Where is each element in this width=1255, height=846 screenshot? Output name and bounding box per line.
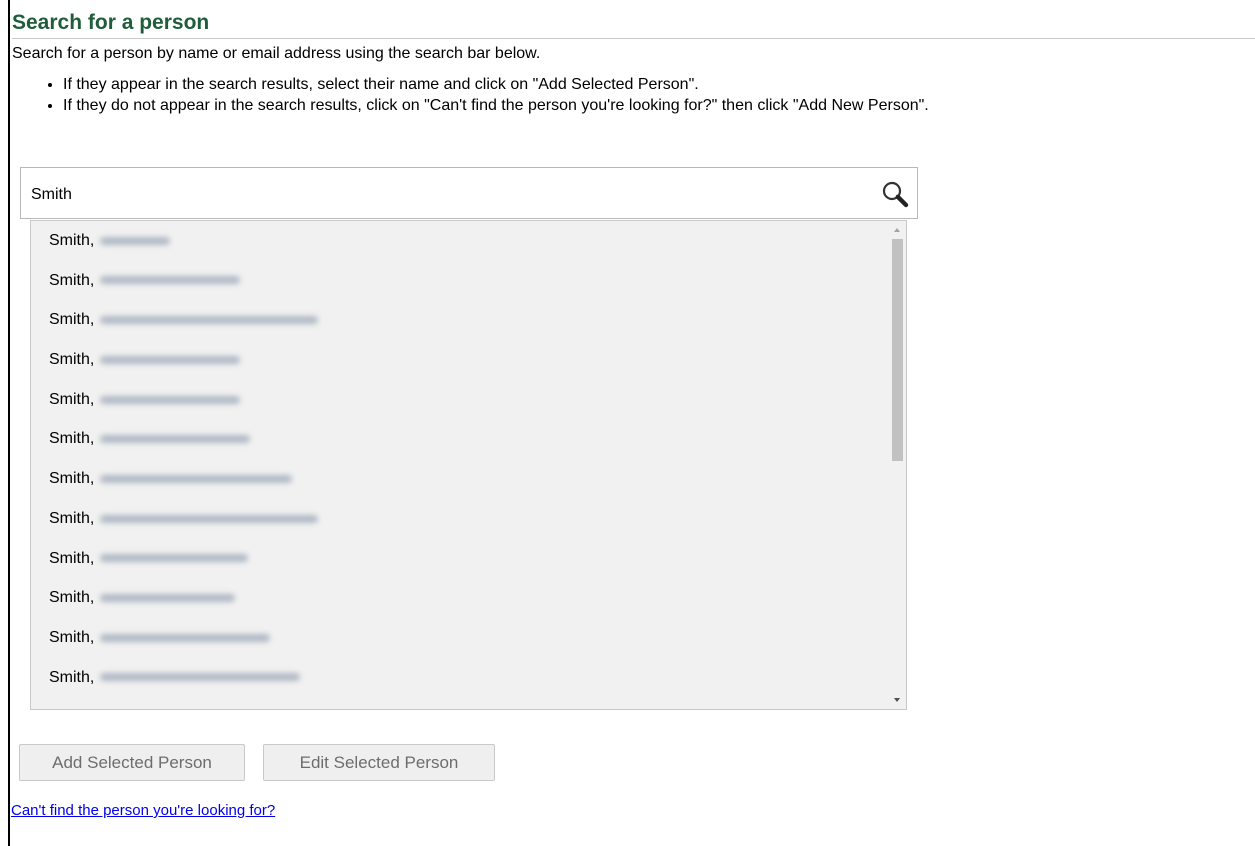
edit-selected-person-button[interactable]: Edit Selected Person <box>263 744 495 781</box>
search-box <box>20 167 918 219</box>
redacted-details <box>100 633 271 642</box>
result-name: Smith, <box>49 628 95 646</box>
add-selected-person-button[interactable]: Add Selected Person <box>19 744 245 781</box>
search-input[interactable] <box>29 182 863 208</box>
result-item[interactable]: Smith, <box>31 300 906 340</box>
result-item[interactable]: Smith, <box>31 578 906 618</box>
redacted-details <box>100 355 241 364</box>
result-name: Smith, <box>49 311 95 329</box>
page-title: Search for a person <box>12 10 1255 39</box>
redacted-details <box>100 673 301 682</box>
main-content: Search for a person Search for a person … <box>10 0 1255 117</box>
redacted-details <box>100 554 249 563</box>
instruction-item: If they appear in the search results, se… <box>63 75 1255 95</box>
result-name: Smith, <box>49 589 95 607</box>
result-name: Smith, <box>49 549 95 567</box>
result-name: Smith, <box>49 390 95 408</box>
redacted-details <box>100 395 241 404</box>
intro-text: Search for a person by name or email add… <box>12 45 541 62</box>
result-item[interactable]: Smith, <box>31 499 906 539</box>
result-item[interactable]: Smith, <box>31 261 906 301</box>
cant-find-person-link[interactable]: Can't find the person you're looking for… <box>11 802 275 819</box>
result-name: Smith, <box>49 470 95 488</box>
result-name: Smith, <box>49 351 95 369</box>
redacted-details <box>100 593 236 602</box>
result-item[interactable]: Smith, <box>31 658 906 698</box>
result-item[interactable]: Smith, <box>31 380 906 420</box>
left-border <box>8 0 10 846</box>
redacted-details <box>100 514 319 523</box>
instruction-item: If they do not appear in the search resu… <box>63 96 1255 116</box>
result-name: Smith, <box>49 271 95 289</box>
result-item[interactable]: Smith, <box>31 340 906 380</box>
redacted-details <box>100 435 251 444</box>
redacted-details <box>100 236 171 245</box>
result-item[interactable]: Smith, <box>31 618 906 658</box>
instructions-list: If they appear in the search results, se… <box>10 75 1255 116</box>
redacted-details <box>100 474 293 483</box>
result-name: Smith, <box>49 232 95 249</box>
result-name: Smith, <box>49 668 95 686</box>
search-results-list[interactable]: Smith, Smith, Smith, Smith, Smith, Smith, Smit… <box>30 220 907 710</box>
redacted-details <box>100 316 319 325</box>
scroll-up-arrow-icon[interactable] <box>894 228 900 232</box>
redacted-details <box>100 276 241 285</box>
result-name: Smith, <box>49 509 95 527</box>
result-item[interactable]: Smith, <box>31 459 906 499</box>
scroll-thumb[interactable] <box>892 239 903 461</box>
scroll-down-arrow-icon[interactable] <box>894 698 900 702</box>
result-item[interactable]: Smith, <box>31 539 906 579</box>
results-scrollbar[interactable] <box>889 221 906 709</box>
search-icon[interactable] <box>881 180 909 208</box>
result-name: Smith, <box>49 430 95 448</box>
result-item[interactable]: Smith, <box>31 221 906 261</box>
result-item[interactable]: Smith, <box>31 419 906 459</box>
